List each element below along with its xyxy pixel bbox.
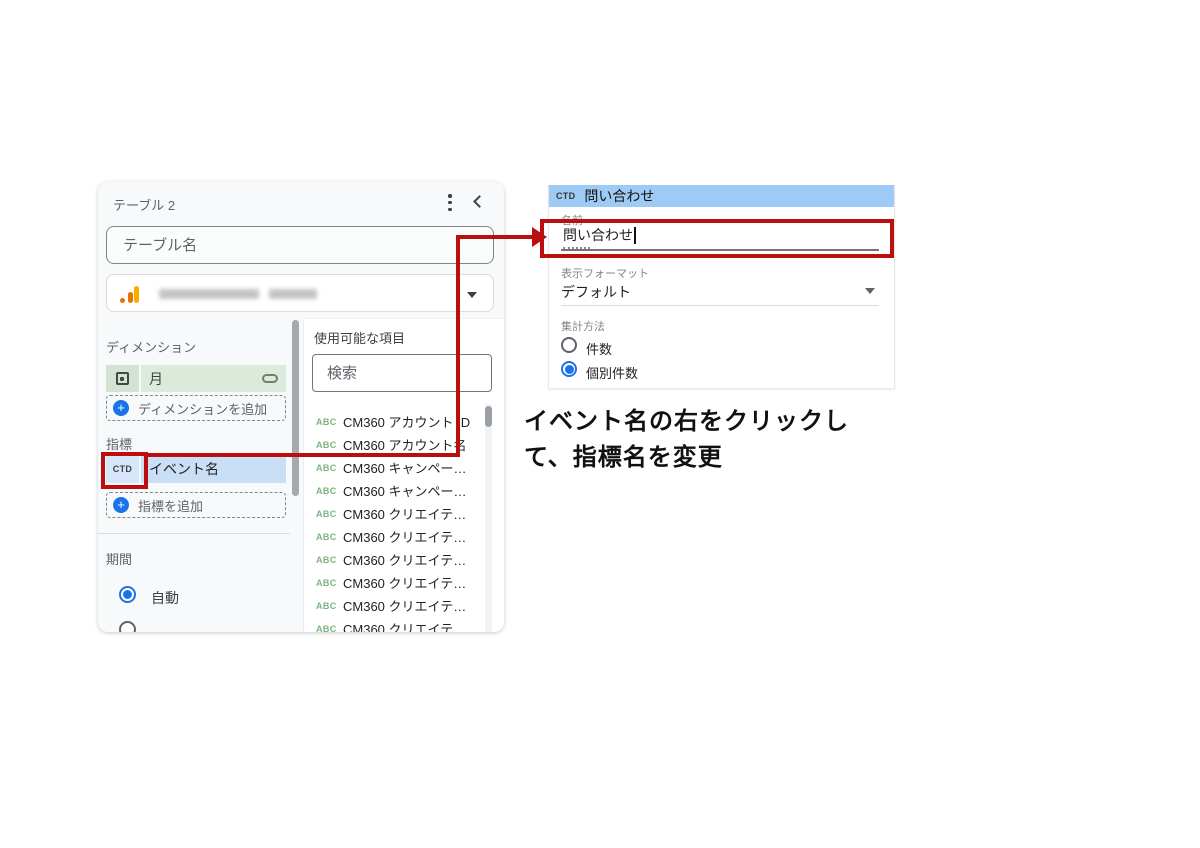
format-field-label: 表示フォーマット bbox=[561, 265, 649, 281]
date-range-section-label: 期間 bbox=[106, 549, 132, 568]
metric-chip-event-name[interactable]: CTD イベント名 bbox=[106, 454, 286, 483]
add-dimension-button[interactable]: + ディメンションを追加 bbox=[106, 395, 286, 421]
aggregation-count-label: 件数 bbox=[586, 339, 612, 358]
field-type-abc-icon: ABC bbox=[316, 440, 343, 450]
metric-type-badge: CTD bbox=[113, 464, 132, 474]
dimensions-section-label: ディメンション bbox=[106, 337, 196, 356]
metric-edit-popup: CTD 問い合わせ 名前 問い合わせ 表示フォーマット デフォルト 集計方法 件… bbox=[548, 185, 895, 389]
aggregation-section-label: 集計方法 bbox=[561, 318, 605, 334]
collapse-panel-icon[interactable] bbox=[473, 195, 486, 208]
table-properties-panel: テーブル 2 ディメンション 月 + ディメンションを追加 指標 bbox=[98, 182, 504, 632]
field-list-scrollbar-thumb[interactable] bbox=[485, 406, 492, 427]
field-list-item[interactable]: ABC CM360 クリエイテ… bbox=[304, 571, 484, 594]
data-source-name-redacted bbox=[159, 289, 259, 299]
field-list-item[interactable]: ABC CM360 クリエイテ… bbox=[304, 525, 484, 548]
field-list-item[interactable]: ABC CM360 クリエイテ… bbox=[304, 548, 484, 571]
field-type-abc-icon: ABC bbox=[316, 509, 343, 519]
field-type-abc-icon: ABC bbox=[316, 555, 343, 565]
name-input-underline bbox=[561, 249, 879, 251]
dimension-chip-month[interactable]: 月 bbox=[106, 365, 286, 392]
aggregation-count-distinct-radio[interactable] bbox=[561, 361, 577, 377]
date-range-option-auto-radio[interactable] bbox=[119, 586, 136, 603]
field-list-scrollbar-track bbox=[485, 404, 492, 632]
available-fields-panel: 使用可能な項目 ABC CM360 アカウント ID ABC CM360 アカウ… bbox=[303, 318, 504, 632]
field-list-item[interactable]: ABC CM360 キャンペー… bbox=[304, 479, 484, 502]
date-range-option-partial-radio[interactable] bbox=[119, 621, 136, 632]
field-search-input[interactable] bbox=[312, 354, 492, 392]
section-divider bbox=[98, 533, 290, 534]
annotation-caption: イベント名の右をクリックし て、指標名を変更 bbox=[524, 404, 944, 476]
annotation-arrowhead bbox=[532, 227, 547, 247]
field-type-abc-icon: ABC bbox=[316, 532, 343, 542]
data-source-selector[interactable] bbox=[106, 274, 494, 312]
add-metric-label: 指標を追加 bbox=[138, 496, 203, 515]
field-type-abc-icon: ABC bbox=[316, 417, 343, 427]
format-caret-icon[interactable] bbox=[865, 288, 875, 294]
table-name-input[interactable] bbox=[106, 226, 494, 264]
field-type-abc-icon: ABC bbox=[316, 486, 343, 496]
metric-popup-title: 問い合わせ bbox=[584, 186, 654, 206]
field-list-item[interactable]: ABC CM360 キャンペー… bbox=[304, 456, 484, 479]
metric-chip-label: イベント名 bbox=[149, 459, 219, 479]
metric-name-input[interactable]: 問い合わせ bbox=[563, 225, 636, 245]
panel-scrollbar-thumb[interactable] bbox=[292, 320, 299, 496]
field-list-item[interactable]: ABC CM360 アカウント ID bbox=[304, 410, 484, 433]
field-list-item[interactable]: ABC CM360 クリエイテ bbox=[304, 617, 484, 632]
field-type-abc-icon: ABC bbox=[316, 601, 343, 611]
kebab-menu-icon[interactable] bbox=[443, 194, 457, 211]
page: テーブル 2 ディメンション 月 + ディメンションを追加 指標 bbox=[0, 0, 1200, 848]
metric-popup-header: CTD 問い合わせ bbox=[549, 185, 894, 207]
format-dropdown[interactable]: デフォルト bbox=[561, 282, 631, 302]
metrics-section-label: 指標 bbox=[106, 434, 132, 453]
field-type-abc-icon: ABC bbox=[316, 624, 343, 633]
text-cursor bbox=[634, 227, 636, 244]
field-list-item[interactable]: ABC CM360 アカウント名 bbox=[304, 433, 484, 456]
dropdown-caret-icon[interactable] bbox=[467, 292, 477, 298]
plus-icon: + bbox=[113, 400, 129, 416]
format-underline bbox=[561, 305, 879, 306]
date-range-option-auto-label: 自動 bbox=[151, 588, 179, 608]
dimension-chip-label: 月 bbox=[149, 369, 163, 389]
aggregation-count-radio[interactable] bbox=[561, 337, 577, 353]
link-icon bbox=[262, 374, 278, 383]
field-list-item[interactable]: ABC CM360 クリエイテ… bbox=[304, 502, 484, 525]
add-metric-button[interactable]: + 指標を追加 bbox=[106, 492, 286, 518]
available-fields-title: 使用可能な項目 bbox=[314, 328, 405, 347]
calendar-icon bbox=[116, 372, 129, 385]
add-dimension-label: ディメンションを追加 bbox=[138, 399, 267, 418]
field-list: ABC CM360 アカウント ID ABC CM360 アカウント名 ABC … bbox=[304, 410, 484, 632]
aggregation-count-distinct-label: 個別件数 bbox=[586, 363, 638, 382]
plus-icon: + bbox=[113, 497, 129, 513]
analytics-logo-icon bbox=[120, 283, 142, 305]
field-type-abc-icon: ABC bbox=[316, 463, 343, 473]
data-source-name-redacted-2 bbox=[269, 289, 317, 299]
panel-title: テーブル 2 bbox=[113, 195, 175, 214]
metric-type-badge: CTD bbox=[556, 191, 575, 201]
field-list-item[interactable]: ABC CM360 クリエイテ… bbox=[304, 594, 484, 617]
field-type-abc-icon: ABC bbox=[316, 578, 343, 588]
